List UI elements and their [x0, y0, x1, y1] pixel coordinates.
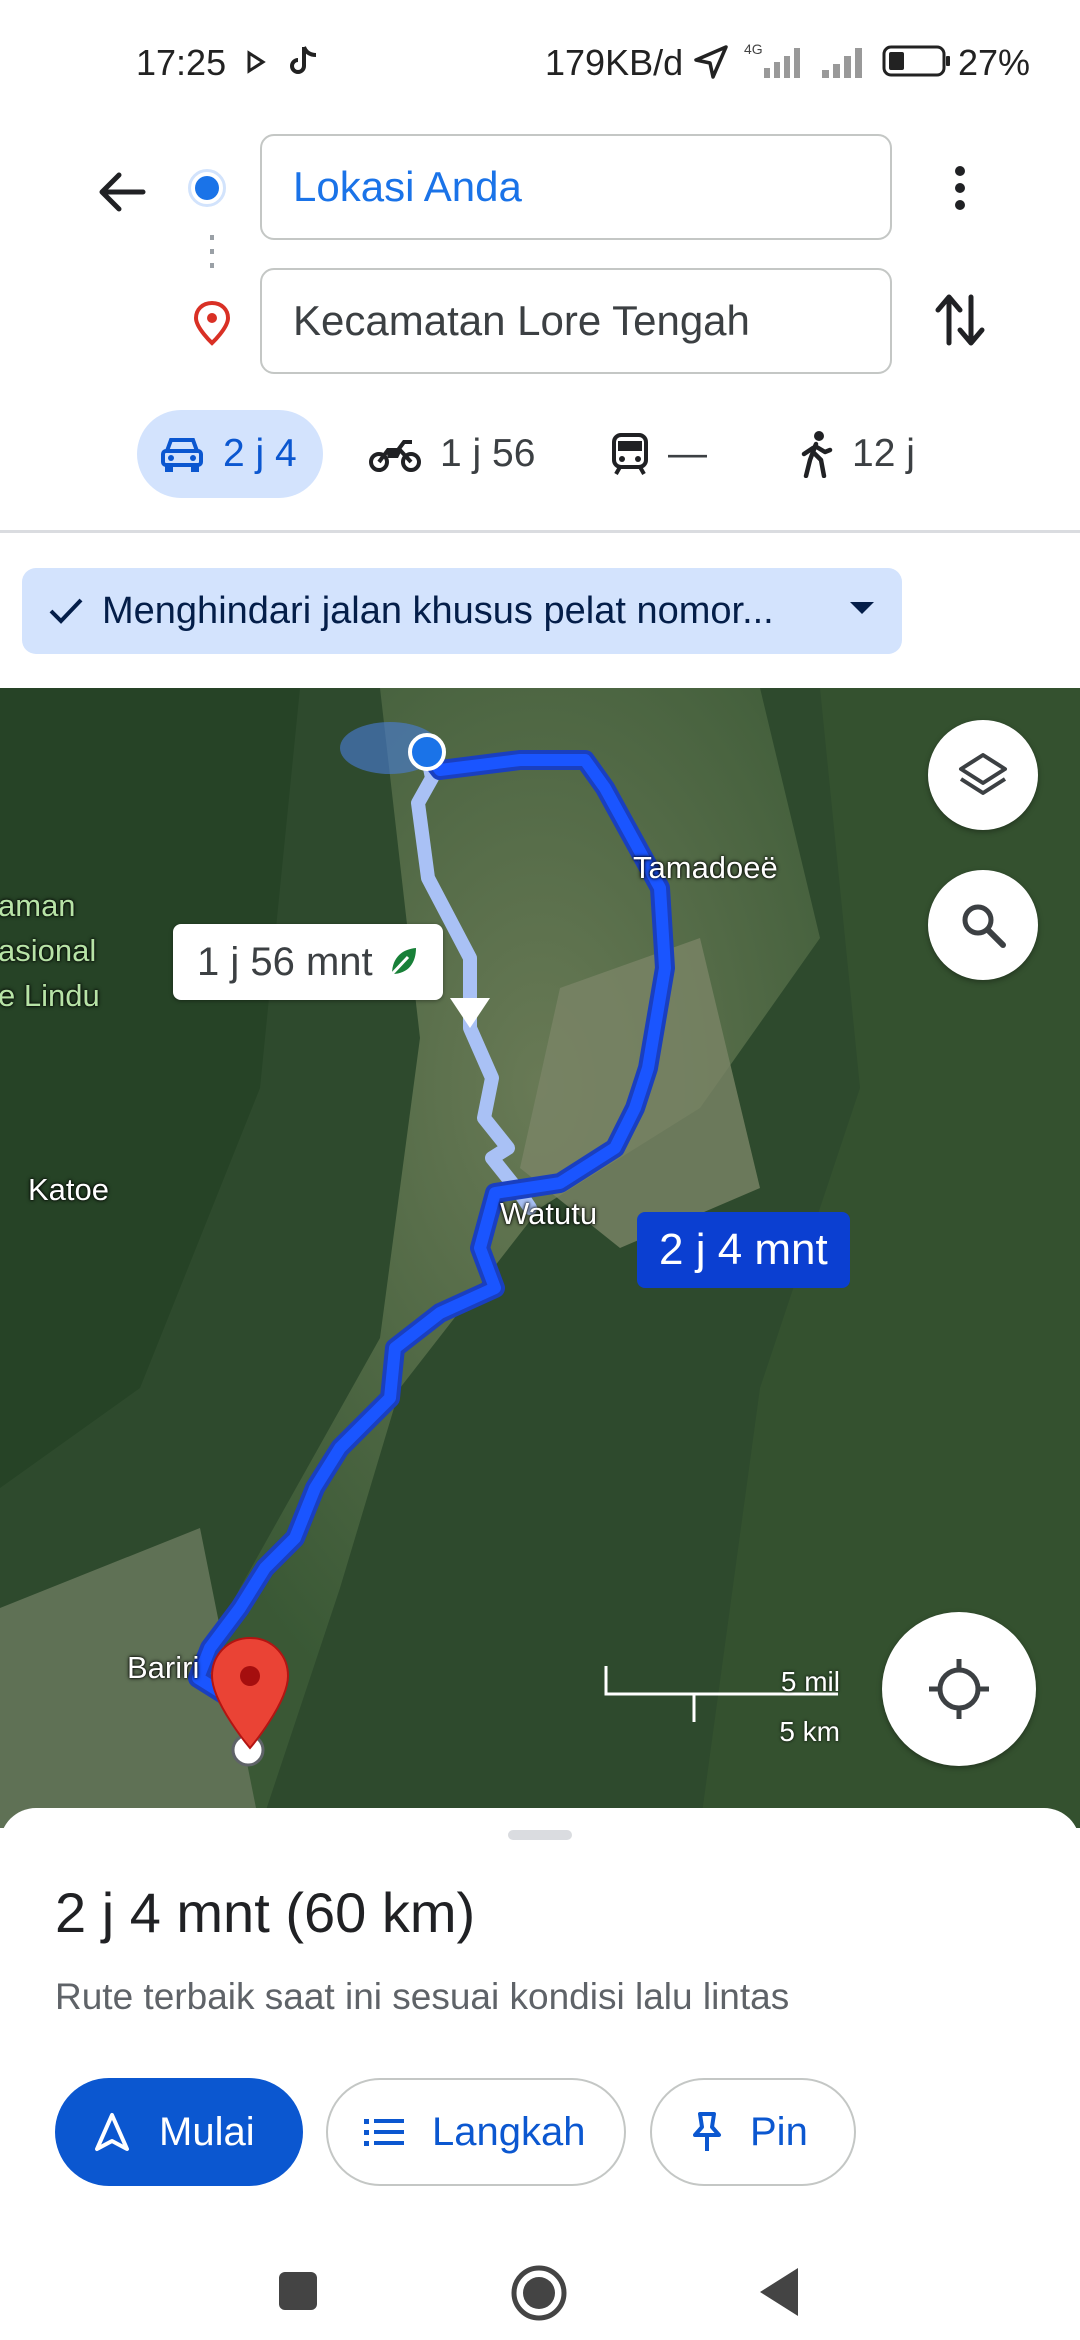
route-summary: 2 j 4 mnt (60 km) [55, 1881, 476, 1944]
scale-imperial: 5 mil [780, 1666, 840, 1697]
mode-walk-label: 12 j [852, 432, 915, 475]
signal-4g-icon: 4G [744, 41, 800, 78]
origin-dot-icon [188, 169, 226, 207]
route-sheet: 2 j 4 mnt (60 km) Rute terbaik saat ini … [0, 1808, 1080, 2340]
battery-icon [882, 45, 950, 77]
status-bar: 17:25 179KB/d 4G 27% [0, 0, 1080, 125]
route-options-chip[interactable]: Menghindari jalan khusus pelat nomor... [22, 568, 902, 654]
mode-transit-tab[interactable]: — [610, 410, 707, 498]
route-subtitle: Rute terbaik saat ini sesuai kondisi lal… [55, 1976, 790, 2017]
train-icon [612, 433, 648, 475]
pin-label: Pin [750, 2109, 808, 2154]
more-vert-icon [955, 166, 965, 210]
car-icon [161, 438, 203, 472]
location-arrow-icon [694, 45, 728, 79]
mode-car-label: 2 j 4 [223, 432, 297, 475]
status-time: 17:25 [136, 42, 227, 83]
system-nav-bar [0, 2228, 1080, 2340]
recents-button[interactable] [277, 2270, 319, 2312]
destination-input[interactable]: Kecamatan Lore Tengah [260, 268, 892, 374]
place-label-park-3: e Lindu [0, 978, 100, 1013]
navigation-icon [95, 2113, 129, 2151]
place-label-katoe: Katoe [28, 1172, 110, 1207]
data-rate: 179KB/d [545, 42, 684, 83]
main-route-callout[interactable]: 2 j 4 mnt [637, 1212, 850, 1288]
destination-marker-icon [210, 1636, 290, 1750]
start-point-icon [408, 733, 446, 771]
list-icon [364, 2119, 404, 2146]
home-button[interactable] [510, 2264, 568, 2322]
mode-transit-label: — [668, 432, 707, 475]
layers-icon [959, 753, 1007, 795]
place-label-watutu: Watutu [500, 1196, 598, 1231]
arrow-back-icon [99, 172, 146, 212]
alt-route-time: 1 j 56 mnt [197, 939, 373, 984]
my-location-button[interactable] [882, 1612, 1036, 1766]
swap-vert-icon [935, 294, 985, 346]
back-nav-button[interactable] [758, 2266, 800, 2318]
map-view[interactable]: aman asional e Lindu Katoe Tamadoeë Watu… [0, 688, 1080, 1828]
place-label-bariri: Bariri [127, 1650, 200, 1685]
origin-input[interactable]: Lokasi Anda [260, 134, 892, 240]
place-label-tamadoee: Tamadoeë [633, 850, 778, 885]
map-scale: 5 mil 5 km [604, 1666, 840, 1747]
pin-button[interactable]: Pin [650, 2078, 856, 2186]
alt-route-callout[interactable]: 1 j 56 mnt [173, 924, 443, 1000]
scale-metric: 5 km [779, 1716, 840, 1747]
layers-button[interactable] [928, 720, 1038, 830]
tiktok-icon [290, 46, 317, 74]
search-icon [962, 904, 1006, 948]
motorcycle-icon [369, 440, 421, 472]
dropdown-arrow-icon [850, 602, 874, 614]
place-label-park-1: aman [0, 888, 76, 923]
walk-icon [801, 431, 833, 478]
steps-label: Langkah [432, 2109, 586, 2154]
eco-leaf-icon [390, 948, 416, 976]
start-button[interactable]: Mulai [55, 2078, 303, 2186]
place-label-park-2: asional [0, 933, 97, 968]
search-map-button[interactable] [928, 870, 1038, 980]
mode-motorcycle-tab[interactable]: 1 j 56 [368, 410, 535, 498]
battery-percent: 27% [958, 42, 1031, 83]
mode-motorcycle-label: 1 j 56 [440, 432, 536, 475]
more-options-button[interactable] [918, 146, 1002, 230]
check-icon [49, 598, 83, 624]
signal-icon [822, 48, 862, 78]
network-type: 4G [744, 41, 763, 57]
my-location-icon [929, 1659, 989, 1719]
play-icon [247, 50, 266, 74]
swap-button[interactable] [918, 278, 1002, 362]
mode-walk-tab[interactable]: 12 j [798, 410, 915, 498]
route-connector [210, 235, 214, 277]
sheet-drag-handle[interactable] [508, 1830, 572, 1840]
route-options-label: Menghindari jalan khusus pelat nomor... [102, 589, 774, 632]
back-button[interactable] [80, 150, 164, 234]
start-label: Mulai [159, 2109, 255, 2154]
pin-icon [693, 2112, 721, 2151]
steps-button[interactable]: Langkah [326, 2078, 626, 2186]
destination-pin-icon [193, 300, 231, 346]
header-divider [0, 530, 1080, 533]
mode-car-tab[interactable]: 2 j 4 [137, 410, 323, 498]
